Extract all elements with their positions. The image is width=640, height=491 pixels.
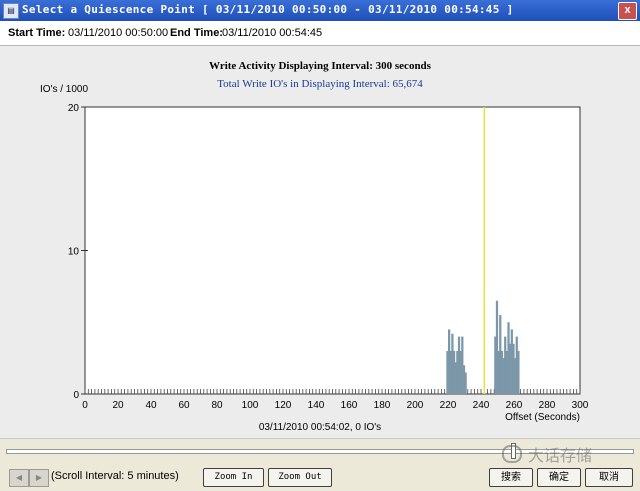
x-axis-label: Offset (Seconds) xyxy=(505,412,580,423)
time-range-bar: Start Time: 03/11/2010 00:50:00 End Time… xyxy=(0,21,640,46)
watermark-text: 大话存储 xyxy=(528,448,593,465)
end-time-label: End Time: xyxy=(170,27,223,39)
data-bar xyxy=(464,372,467,394)
y-tick-label: 20 xyxy=(68,103,80,114)
x-tick-label: 300 xyxy=(572,400,589,411)
x-tick-label: 220 xyxy=(440,400,457,411)
x-tick-label: 160 xyxy=(341,400,358,411)
watermark: 大话存储 xyxy=(498,440,638,465)
start-time-label: Start Time: xyxy=(8,27,66,39)
x-tick-label: 280 xyxy=(539,400,556,411)
x-tick-label: 80 xyxy=(211,400,223,411)
x-tick-label: 40 xyxy=(145,400,157,411)
zoom-out-button[interactable]: Zoom Out xyxy=(268,468,332,487)
x-tick-label: 180 xyxy=(374,400,391,411)
chart-area: Write Activity Displaying Interval: 300 … xyxy=(0,46,640,438)
x-tick-label: 60 xyxy=(178,400,190,411)
x-tick-label: 120 xyxy=(275,400,292,411)
close-button[interactable]: x xyxy=(618,2,637,20)
bottom-toolbar: ◀ ▶ (Scroll Interval: 5 minutes) Zoom In… xyxy=(0,464,640,491)
search-button[interactable]: 搜索 xyxy=(489,468,533,487)
x-tick-label: 0 xyxy=(82,400,88,411)
scroll-interval-label: (Scroll Interval: 5 minutes) xyxy=(51,470,179,482)
data-bar xyxy=(517,350,520,394)
x-tick-label: 200 xyxy=(407,400,424,411)
title-bar: ▤ Select a Quiescence Point [ 03/11/2010… xyxy=(0,0,640,21)
window-title: Select a Quiescence Point [ 03/11/2010 0… xyxy=(22,3,514,16)
x-tick-label: 140 xyxy=(308,400,325,411)
y-tick-label: 0 xyxy=(73,390,79,401)
end-time-value: 03/11/2010 00:54:45 xyxy=(222,27,323,39)
write-activity-chart[interactable]: 010200 20 40 60 80 100 120 140 160 180 200 220 240 26… xyxy=(0,46,640,438)
x-tick-label: 100 xyxy=(242,400,259,411)
ok-button[interactable]: 确定 xyxy=(537,468,581,487)
x-tick-label: 260 xyxy=(506,400,523,411)
start-time-value: 03/11/2010 00:50:00 xyxy=(68,27,169,39)
cancel-button[interactable]: 取消 xyxy=(585,468,633,487)
x-tick-label: 240 xyxy=(473,400,490,411)
x-tick-label: 20 xyxy=(112,400,124,411)
y-tick-label: 10 xyxy=(68,247,80,258)
scroll-back-button[interactable]: ◀ xyxy=(9,469,29,487)
window-icon: ▤ xyxy=(3,3,19,19)
cursor-readout: 03/11/2010 00:54:02, 0 IO's xyxy=(259,422,381,433)
scroll-forward-button[interactable]: ▶ xyxy=(29,469,49,487)
zoom-in-button[interactable]: Zoom In xyxy=(203,468,264,487)
y-axis-label: IO's / 1000 xyxy=(40,84,88,95)
